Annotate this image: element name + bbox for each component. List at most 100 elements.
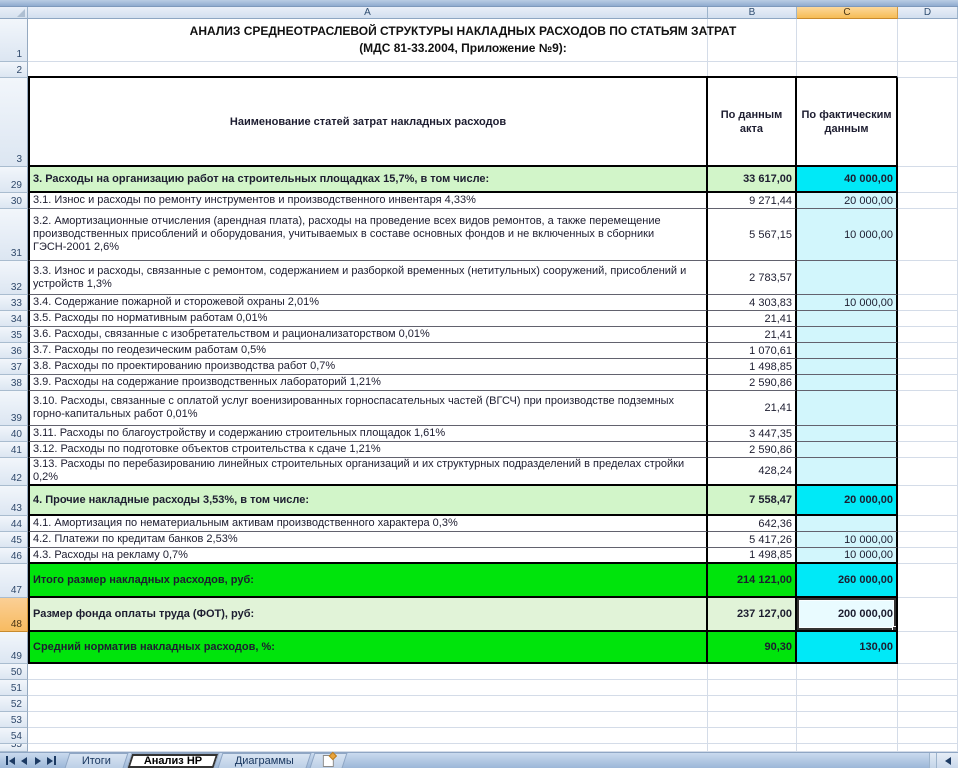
cell-B40[interactable]: 3 447,35 [708,426,797,442]
cell-D48[interactable] [898,598,958,632]
row-header-48[interactable]: 48 [0,598,28,632]
cell-A1[interactable]: АНАЛИЗ СРЕДНЕОТРАСЛЕВОЙ СТРУКТУРЫ НАКЛАД… [28,19,898,62]
cell-D47[interactable] [898,564,958,598]
cell-D36[interactable] [898,343,958,359]
cell-A32[interactable]: 3.3. Износ и расходы, связанные с ремонт… [28,261,708,295]
column-header-d[interactable]: D [898,7,958,19]
cell-A47[interactable]: Итого размер накладных расходов, руб: [28,564,708,598]
column-header-b[interactable]: B [708,7,797,19]
sheet-tab-3[interactable]: Диаграммы [217,753,312,768]
cell-D35[interactable] [898,327,958,343]
select-all-button[interactable] [0,7,28,19]
cell-C51[interactable] [797,680,898,696]
row-header-39[interactable]: 39 [0,391,28,426]
row-header-43[interactable]: 43 [0,486,28,516]
cell-D29[interactable] [898,167,958,193]
cell-B38[interactable]: 2 590,86 [708,375,797,391]
cell-C44[interactable] [797,516,898,532]
tab-first-button[interactable] [3,754,17,767]
cell-A52[interactable] [28,696,708,712]
cell-C33[interactable]: 10 000,00 [797,295,898,311]
cell-C37[interactable] [797,359,898,375]
cell-D40[interactable] [898,426,958,442]
tabbar-splitter[interactable] [929,753,937,768]
cell-B52[interactable] [708,696,797,712]
cell-D55[interactable] [898,744,958,752]
cell-D34[interactable] [898,311,958,327]
tab-next-button[interactable] [31,754,45,767]
row-header-46[interactable]: 46 [0,548,28,564]
fill-handle[interactable] [892,626,896,630]
cell-A40[interactable]: 3.11. Расходы по благоустройству и содер… [28,426,708,442]
row-header-36[interactable]: 36 [0,343,28,359]
cell-B51[interactable] [708,680,797,696]
cell-B34[interactable]: 21,41 [708,311,797,327]
cell-B35[interactable]: 21,41 [708,327,797,343]
cell-B47[interactable]: 214 121,00 [708,564,797,598]
cell-B43[interactable]: 7 558,47 [708,486,797,516]
cell-C46[interactable]: 10 000,00 [797,548,898,564]
cell-C53[interactable] [797,712,898,728]
cell-B49[interactable]: 90,30 [708,632,797,664]
cell-D2[interactable] [898,62,958,78]
row-header-41[interactable]: 41 [0,442,28,458]
cell-B41[interactable]: 2 590,86 [708,442,797,458]
column-header-a[interactable]: A [28,7,708,19]
cell-C32[interactable] [797,261,898,295]
cell-B29[interactable]: 33 617,00 [708,167,797,193]
cell-D41[interactable] [898,442,958,458]
cell-A34[interactable]: 3.5. Расходы по нормативным работам 0,01… [28,311,708,327]
cell-B36[interactable]: 1 070,61 [708,343,797,359]
cell-A46[interactable]: 4.3. Расходы на рекламу 0,7% [28,548,708,564]
cell-A55[interactable] [28,744,708,752]
cell-B48[interactable]: 237 127,00 [708,598,797,632]
cell-D52[interactable] [898,696,958,712]
cell-D30[interactable] [898,193,958,209]
cell-D31[interactable] [898,209,958,261]
row-header-47[interactable]: 47 [0,564,28,598]
cell-B50[interactable] [708,664,797,680]
cell-B53[interactable] [708,712,797,728]
cell-D53[interactable] [898,712,958,728]
tab-prev-button[interactable] [17,754,31,767]
cell-A31[interactable]: 3.2. Амортизационные отчисления (арендна… [28,209,708,261]
row-header-40[interactable]: 40 [0,426,28,442]
cell-A44[interactable]: 4.1. Амортизация по нематериальным актив… [28,516,708,532]
cell-D32[interactable] [898,261,958,295]
cell-B37[interactable]: 1 498,85 [708,359,797,375]
row-header-55[interactable]: 55 [0,744,28,752]
cell-C39[interactable] [797,391,898,426]
cell-C40[interactable] [797,426,898,442]
cell-D3[interactable] [898,78,958,167]
row-header-49[interactable]: 49 [0,632,28,664]
row-header-54[interactable]: 54 [0,728,28,744]
cell-D45[interactable] [898,532,958,548]
cell-A51[interactable] [28,680,708,696]
row-header-37[interactable]: 37 [0,359,28,375]
row-header-38[interactable]: 38 [0,375,28,391]
insert-worksheet-tab[interactable] [309,751,348,768]
cell-A42[interactable]: 3.13. Расходы по перебазированию линейны… [28,458,708,486]
row-header-50[interactable]: 50 [0,664,28,680]
cell-A39[interactable]: 3.10. Расходы, связанные с оплатой услуг… [28,391,708,426]
row-header-31[interactable]: 31 [0,209,28,261]
cell-D49[interactable] [898,632,958,664]
cell-A38[interactable]: 3.9. Расходы на содержание производствен… [28,375,708,391]
row-header-32[interactable]: 32 [0,261,28,295]
cell-B30[interactable]: 9 271,44 [708,193,797,209]
cell-A45[interactable]: 4.2. Платежи по кредитам банков 2,53% [28,532,708,548]
cell-D51[interactable] [898,680,958,696]
cell-D42[interactable] [898,458,958,486]
scroll-left-button[interactable] [937,753,958,768]
cell-B55[interactable] [708,744,797,752]
cell-B31[interactable]: 5 567,15 [708,209,797,261]
row-header-33[interactable]: 33 [0,295,28,311]
cell-D1[interactable] [898,19,958,62]
cell-A35[interactable]: 3.6. Расходы, связанные с изобретательст… [28,327,708,343]
cell-D43[interactable] [898,486,958,516]
row-header-2[interactable]: 2 [0,62,28,78]
cell-C45[interactable]: 10 000,00 [797,532,898,548]
cell-C36[interactable] [797,343,898,359]
cell-A2[interactable] [28,62,898,78]
column-header-c[interactable]: C [797,7,898,19]
